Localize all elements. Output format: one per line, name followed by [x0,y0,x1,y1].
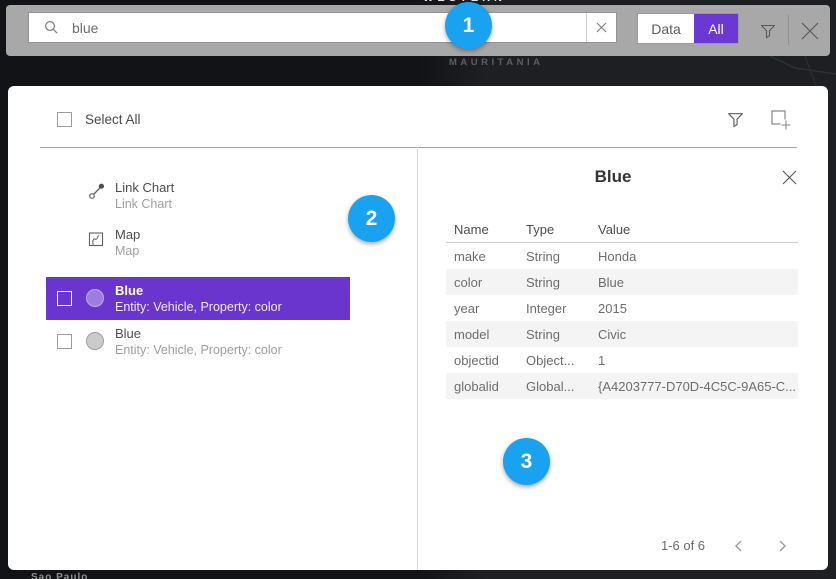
entity-dot-icon [86,332,104,350]
attr-value: 2015 [598,301,798,316]
table-row: globalid Global... {A4203777-D70D-4C5C-9… [446,373,798,399]
scope-toggle: Data All [637,13,739,44]
attr-type: Integer [526,301,598,316]
attr-value: 1 [598,353,798,368]
pagination-next-button[interactable] [775,537,791,555]
chevron-right-icon [778,539,788,553]
toolbar-filter-button[interactable] [756,19,780,43]
select-all-label: Select All [85,112,141,127]
clear-search-button[interactable] [586,13,616,42]
attr-value: {A4203777-D70D-4C5C-9A65-C... [598,379,798,394]
attr-name: objectid [446,353,526,368]
table-row: model String Civic [446,321,798,347]
attr-name: globalid [446,379,526,394]
entity-dot-icon [86,289,104,307]
table-header-row: Name Type Value [446,216,798,243]
result-subtitle: Map [115,243,139,259]
select-all-checkbox[interactable] [57,112,72,127]
attributes-table: Name Type Value make String Honda color … [446,216,798,399]
toolbar-close-button[interactable] [796,17,824,45]
attr-name: color [446,275,526,290]
pagination-label: 1-6 of 6 [648,538,718,553]
column-header: Type [526,222,598,237]
toolbar-divider [788,15,789,45]
funnel-icon [759,22,777,40]
app-screen: WESTERN MAURITANIA Sao Paulo Data All [0,0,836,579]
search-icon [44,20,59,35]
table-row: year Integer 2015 [446,295,798,321]
chevron-left-icon [733,539,743,553]
attr-type: String [526,249,598,264]
detail-close-button[interactable] [778,166,800,188]
callout-badge-3: 3 [503,438,550,485]
link-chart-icon [88,182,106,205]
attr-name: model [446,327,526,342]
callout-badge-1: 1 [445,2,492,49]
add-to-selection-button[interactable] [770,109,792,136]
attr-type: Object... [526,353,598,368]
header-divider [40,147,797,148]
result-subtitle: Entity: Vehicle, Property: color [115,299,282,315]
result-title: Link Chart [115,180,174,196]
column-header: Value [598,222,798,237]
funnel-icon [726,110,745,129]
result-title: Blue [115,326,141,342]
result-title: Blue [115,283,143,299]
result-checkbox[interactable] [57,334,72,349]
result-subtitle: Entity: Vehicle, Property: color [115,342,282,358]
attr-value: Honda [598,249,798,264]
result-item-blue[interactable]: Blue Entity: Vehicle, Property: color [46,320,350,363]
attr-name: make [446,249,526,264]
result-item-blue-selected[interactable]: Blue Entity: Vehicle, Property: color [46,277,350,320]
attr-type: Global... [526,379,598,394]
results-filter-button[interactable] [726,110,745,134]
scope-option-data[interactable]: Data [638,14,694,43]
result-checkbox[interactable] [57,291,72,306]
result-item-link-chart[interactable]: Link Chart Link Chart [8,180,348,216]
table-row: objectid Object... 1 [446,347,798,373]
table-row: color String Blue [446,269,798,295]
attr-value: Civic [598,327,798,342]
pagination-prev-button[interactable] [730,537,746,555]
table-row: make String Honda [446,243,798,269]
search-toolbar: Data All [6,5,830,56]
scope-option-all[interactable]: All [694,14,738,43]
search-box [28,12,617,43]
map-icon [88,231,105,253]
detail-title: Blue [438,167,788,187]
attr-type: String [526,327,598,342]
result-subtitle: Link Chart [115,196,172,212]
panel-divider [417,147,418,570]
clear-x-icon [596,22,607,33]
add-to-selection-icon [770,109,792,131]
attr-type: String [526,275,598,290]
result-item-map[interactable]: Map Map [8,227,348,263]
search-results-dialog: Select All Link Chart Link Chart Ma [8,86,828,570]
column-header: Name [446,222,526,237]
callout-badge-2: 2 [348,195,395,242]
search-input[interactable] [59,20,586,36]
attr-value: Blue [598,275,798,290]
close-x-icon [799,20,821,42]
attr-name: year [446,301,526,316]
close-x-icon [781,169,798,186]
result-title: Map [115,227,140,243]
